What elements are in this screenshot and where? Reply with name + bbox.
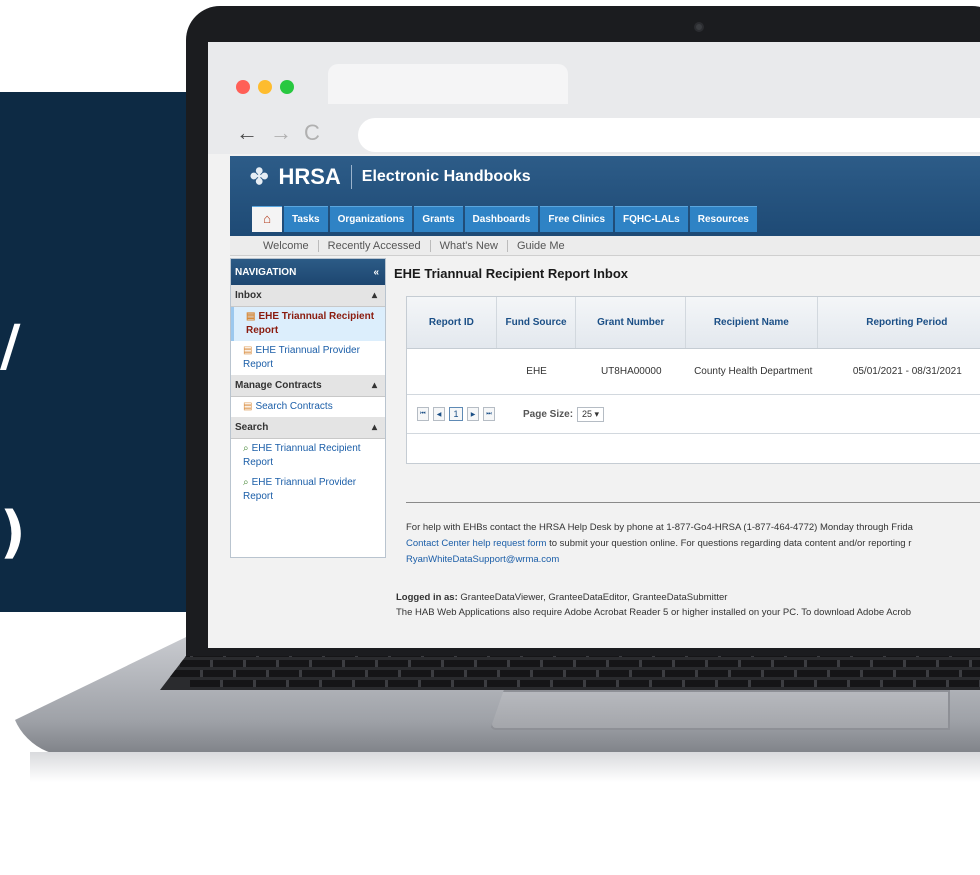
- tab-grants[interactable]: Grants: [414, 206, 463, 232]
- column-header-fund-source[interactable]: Fund Source: [497, 297, 577, 348]
- hhs-eagle-icon: ✤: [250, 164, 269, 189]
- maximize-dot[interactable]: [280, 80, 294, 94]
- cell-recipient-name: County Health Department: [694, 365, 813, 377]
- acrobat-note: The HAB Web Applications also require Ad…: [396, 607, 912, 618]
- tab-resources[interactable]: Resources: [689, 206, 757, 232]
- subnav-whats-new[interactable]: What's New: [431, 239, 508, 252]
- laptop-screen: ← → C ✤ HRSA Electronic Handbooks ⌂ Task…: [208, 42, 980, 648]
- chevron-up-icon[interactable]: ▴: [372, 380, 377, 391]
- sidebar-item-search-provider-report[interactable]: ⌕ EHE Triannual Provider Report: [231, 473, 385, 507]
- section-manage-contracts[interactable]: Manage Contracts ▴: [231, 375, 385, 397]
- column-header-recipient-name[interactable]: Recipient Name: [686, 297, 818, 348]
- home-icon[interactable]: ⌂: [252, 206, 282, 232]
- divider: [406, 502, 980, 503]
- prev-page-button[interactable]: ◀: [433, 407, 445, 421]
- section-inbox[interactable]: Inbox ▴: [231, 285, 385, 307]
- sidebar-title: NAVIGATION: [235, 266, 297, 278]
- first-page-button[interactable]: ⏮: [417, 407, 429, 421]
- tab-fqhc-lals[interactable]: FQHC-LALs: [615, 206, 688, 232]
- ehb-header: ✤ HRSA Electronic Handbooks ⌂ Tasks Orga…: [230, 156, 980, 236]
- main-menu: ⌂ Tasks Organizations Grants Dashboards …: [252, 206, 757, 232]
- page-number[interactable]: 1: [449, 407, 463, 421]
- hrsa-logo: ✤ HRSA Electronic Handbooks: [250, 164, 531, 190]
- next-page-button[interactable]: ▶: [467, 407, 479, 421]
- page-size-label: Page Size:: [523, 408, 574, 420]
- sidebar-item-inbox-recipient-report[interactable]: ▤ EHE Triannual Recipient Report: [231, 307, 385, 341]
- browser-tab[interactable]: [328, 64, 568, 104]
- collapse-icon[interactable]: «: [373, 267, 379, 278]
- page-size-select[interactable]: 25 ▾: [577, 406, 605, 422]
- help-request-link[interactable]: Contact Center help request form: [406, 538, 546, 549]
- logo-text: HRSA: [278, 164, 341, 189]
- subnav-guide-me[interactable]: Guide Me: [508, 240, 574, 252]
- sidebar-item-search-contracts[interactable]: ▤ Search Contracts: [231, 397, 385, 417]
- support-email-link[interactable]: RyanWhiteDataSupport@wrma.com: [406, 552, 980, 568]
- laptop-trackpad: [490, 690, 950, 730]
- chevron-up-icon[interactable]: ▴: [372, 422, 377, 433]
- cell-fund-source: EHE: [526, 365, 547, 377]
- close-dot[interactable]: [236, 80, 250, 94]
- search-report-icon: ⌕: [243, 477, 249, 488]
- help-line-2: Contact Center help request form to subm…: [406, 538, 912, 549]
- logged-in-line: Logged in as: GranteeDataViewer, Grantee…: [396, 592, 728, 603]
- grid-empty-area: [407, 433, 980, 463]
- banner-line: ): [0, 500, 26, 565]
- report-icon: ▤: [243, 401, 253, 412]
- forward-arrow-icon[interactable]: →: [270, 120, 292, 146]
- report-icon: ▤: [243, 345, 253, 356]
- minimize-dot[interactable]: [258, 80, 272, 94]
- address-bar[interactable]: [358, 118, 980, 152]
- browser-chrome: ← → C: [208, 42, 980, 154]
- subnav-recently-accessed[interactable]: Recently Accessed: [319, 239, 431, 252]
- camera-icon: [694, 22, 704, 32]
- tab-tasks[interactable]: Tasks: [284, 206, 328, 232]
- pager: ⏮ ◀ 1 ▶ ⏭ Page Size: 25 ▾: [407, 395, 980, 433]
- search-report-icon: ⌕: [243, 443, 249, 454]
- footer: Logged in as: GranteeDataViewer, Grantee…: [396, 590, 980, 620]
- section-label: Manage Contracts: [235, 380, 322, 391]
- app-name: Electronic Handbooks: [361, 168, 531, 185]
- column-header-report-id[interactable]: Report ID: [407, 297, 497, 348]
- cell-reporting-period: 05/01/2021 - 08/31/2021: [852, 365, 962, 377]
- tab-dashboards[interactable]: Dashboards: [464, 206, 539, 232]
- page-title: EHE Triannual Recipient Report Inbox: [394, 266, 629, 281]
- sidebar-item-search-recipient-report[interactable]: ⌕ EHE Triannual Recipient Report: [231, 439, 385, 473]
- laptop-shadow: [30, 752, 980, 782]
- table-row[interactable]: EHE UT8HA00000 County Health Department …: [407, 349, 980, 395]
- navigation-sidebar: NAVIGATION « Inbox ▴ ▤ EHE Triannual Reci…: [230, 258, 386, 558]
- report-icon: ▤: [246, 311, 256, 322]
- column-header-grant-number[interactable]: Grant Number: [576, 297, 687, 348]
- cell-grant-number: UT8HA00000: [600, 365, 662, 377]
- reload-icon[interactable]: C: [304, 120, 320, 146]
- cell-report-id: [407, 349, 497, 394]
- tab-free-clinics[interactable]: Free Clinics: [540, 206, 614, 232]
- sidebar-header: NAVIGATION «: [231, 259, 385, 285]
- window-controls: [236, 80, 294, 94]
- column-header-reporting-period[interactable]: Reporting Period: [818, 297, 980, 348]
- chevron-up-icon[interactable]: ▴: [372, 290, 377, 301]
- section-label: Inbox: [235, 290, 262, 301]
- grid-header: Report ID Fund Source Grant Number Recip…: [407, 297, 980, 349]
- banner-line: /: [0, 314, 21, 379]
- last-page-button[interactable]: ⏭: [483, 407, 495, 421]
- tab-organizations[interactable]: Organizations: [329, 206, 413, 232]
- help-text: For help with EHBs contact the HRSA Help…: [406, 520, 980, 568]
- help-line-1: For help with EHBs contact the HRSA Help…: [406, 522, 913, 533]
- report-grid: Report ID Fund Source Grant Number Recip…: [406, 296, 980, 464]
- section-label: Search: [235, 422, 269, 433]
- subnav-welcome[interactable]: Welcome: [254, 239, 319, 252]
- sidebar-item-inbox-provider-report[interactable]: ▤ EHE Triannual Provider Report: [231, 341, 385, 375]
- back-arrow-icon[interactable]: ←: [236, 120, 258, 146]
- sub-navigation: Welcome Recently Accessed What's New Gui…: [230, 236, 980, 256]
- section-search[interactable]: Search ▴: [231, 417, 385, 439]
- browser-nav: ← → C: [236, 120, 320, 146]
